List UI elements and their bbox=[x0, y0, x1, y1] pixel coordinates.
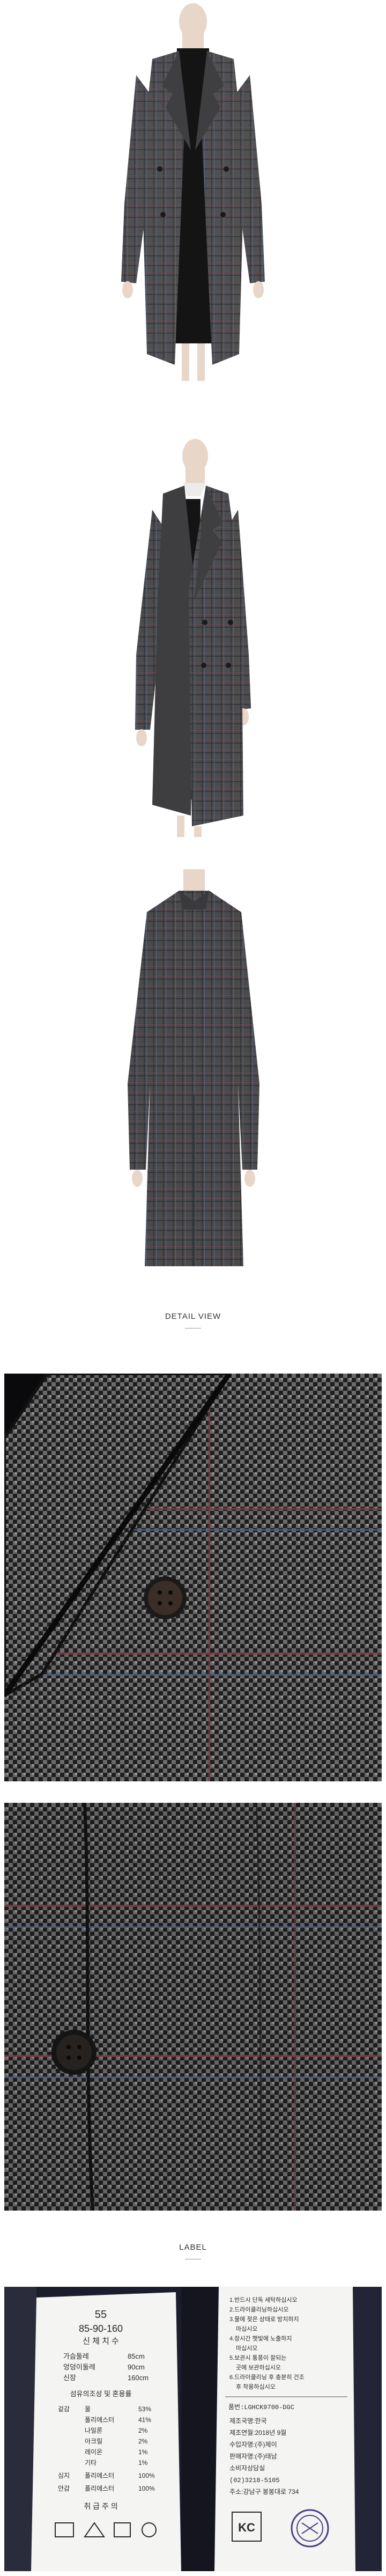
detail-view-heading: DETAIL VIEW bbox=[165, 1312, 221, 1321]
svg-text:KC: KC bbox=[238, 2521, 255, 2534]
tag-warning-line: 6.드라이클리닝 후 충분히 건조 bbox=[229, 2373, 305, 2381]
tag-warning-line: 4.장시간 햇빛에 노출하지 bbox=[229, 2335, 292, 2342]
label-heading: LABEL bbox=[179, 2243, 207, 2252]
tag-info-row: 제조국명:한국 bbox=[229, 2417, 267, 2425]
tag-warning-line: 마십시오 bbox=[236, 2345, 257, 2352]
product-photo-front bbox=[72, 0, 314, 381]
tag-product-code: 품번:LGHCK9700-DGC bbox=[228, 2403, 294, 2411]
tag-info-row: 제조연월:2018년 9월 bbox=[229, 2429, 286, 2436]
coat-button-icon bbox=[144, 1576, 187, 1619]
detail-photo-hem bbox=[4, 1803, 382, 2211]
kc-certification-icon: KC bbox=[232, 2512, 262, 2542]
product-photo-side bbox=[72, 429, 314, 837]
tag-warning-line: 후 착용하십시오 bbox=[236, 2383, 276, 2390]
tag-info-row: 수입자명:(주)제이 bbox=[229, 2441, 277, 2448]
tag-warning-line: 마십시오 bbox=[236, 2325, 257, 2332]
product-photo-back bbox=[72, 858, 314, 1266]
tag-info-row: 주소:강남구 봉봉대로 734 bbox=[229, 2488, 299, 2496]
coat-button-icon bbox=[51, 2030, 96, 2075]
detail-view-divider bbox=[185, 1328, 201, 1329]
tag-warning-line: 곳에 보관하십시오 bbox=[236, 2364, 281, 2371]
tag-warning-line: 3.물에 젖은 상태로 방치하지 bbox=[229, 2315, 299, 2323]
inspection-stamp-icon bbox=[291, 2509, 329, 2548]
tag-info-row: 판매자명:(주)태남 bbox=[229, 2453, 277, 2460]
detail-photo-lapel bbox=[4, 1374, 382, 1781]
tag-info-row: 소비자상담실 bbox=[229, 2464, 265, 2472]
tag-warning-line: 5.보관시 통풍이 잘되는 bbox=[229, 2354, 286, 2361]
tag-info-row: (02)3218-5105 bbox=[229, 2477, 280, 2484]
label-photo: 55 85-90-160 신 체 치 수 가슴둘레 85cm 엉덩이둘레 90c… bbox=[4, 2287, 382, 2571]
tag-warning-line: 2.드라이클리닝하십시오 bbox=[229, 2306, 288, 2313]
tag-warning-line: 1.반드시 단독 세탁하십시오 bbox=[229, 2296, 298, 2303]
